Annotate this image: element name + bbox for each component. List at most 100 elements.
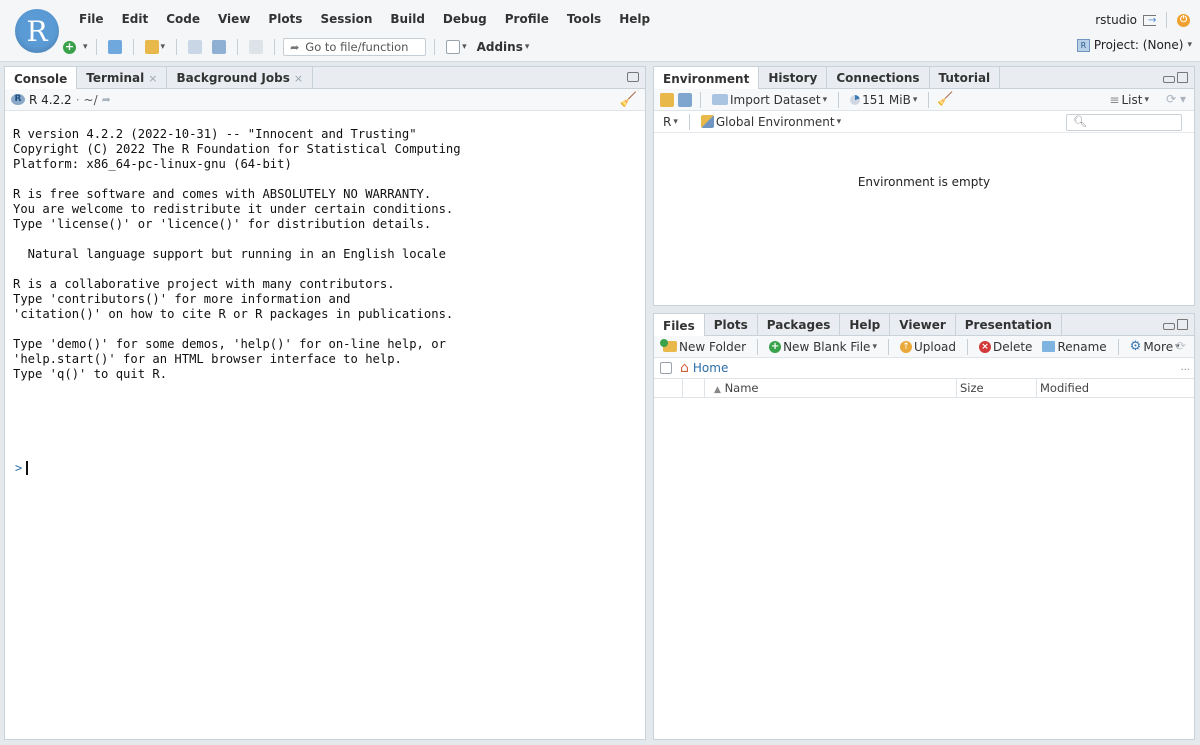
tab-connections[interactable]: Connections	[827, 67, 930, 89]
refresh-icon[interactable]: ⟳ ▾	[1166, 92, 1186, 106]
files-breadcrumb-bar: ⌂ Home ...	[654, 358, 1194, 379]
view-mode-button[interactable]: ≡ List ▾	[1106, 90, 1152, 110]
tab-label: Help	[849, 318, 881, 332]
menu-debug[interactable]: Debug	[434, 12, 496, 26]
sign-out-icon[interactable]: →	[1143, 14, 1156, 26]
refresh-icon[interactable]: ⟳	[1176, 339, 1186, 353]
new-folder-label: New Folder	[679, 339, 747, 354]
global-env-icon	[700, 115, 714, 128]
column-size[interactable]: Size	[960, 381, 984, 395]
console-output: R version 4.2.2 (2022-10-31) -- "Innocen…	[13, 127, 461, 381]
go-to-dir-icon[interactable]: ➦	[102, 93, 111, 106]
save-icon	[188, 40, 203, 54]
save-all-button[interactable]	[209, 37, 229, 57]
tab-environment[interactable]: Environment	[654, 67, 760, 90]
upload-button[interactable]: ↑ Upload	[897, 337, 959, 357]
chevron-down-icon: ▾	[1187, 40, 1192, 50]
scope-label: Global Environment	[715, 114, 835, 129]
rename-button[interactable]: Rename	[1039, 337, 1109, 357]
search-icon: 🔍︎	[1073, 115, 1087, 128]
environment-select[interactable]: Global Environment ▾	[698, 112, 844, 132]
minimize-icon[interactable]	[1163, 76, 1175, 83]
tab-presentation[interactable]: Presentation	[956, 314, 1062, 336]
menu-edit[interactable]: Edit	[113, 12, 158, 26]
files-pane: Files Plots Packages Help Viewer Present…	[653, 313, 1195, 740]
broom-icon[interactable]: 🧹	[937, 92, 953, 107]
column-name-label: Name	[724, 381, 759, 395]
rename-icon	[1042, 341, 1056, 352]
env-toolbar: Import Dataset ▾ 151 MiB ▾ 🧹 ≡ List ▾ ⟳ …	[654, 89, 1194, 111]
new-folder-button[interactable]: New Folder	[660, 337, 749, 357]
tab-tutorial[interactable]: Tutorial	[930, 67, 1001, 89]
tab-history[interactable]: History	[759, 67, 828, 89]
console-prompt: >	[15, 461, 23, 475]
menu-view[interactable]: View	[209, 12, 259, 26]
tab-label: Tutorial	[938, 71, 991, 85]
more-path-button[interactable]: ...	[1180, 362, 1190, 373]
delete-label: Delete	[993, 339, 1033, 354]
r-version-icon: R	[11, 94, 25, 105]
select-all-checkbox[interactable]	[660, 362, 672, 374]
menu-code[interactable]: Code	[157, 12, 209, 26]
close-icon[interactable]: ×	[294, 72, 303, 85]
clear-console-icon[interactable]: 🧹	[620, 92, 637, 108]
maximize-icon[interactable]	[1177, 72, 1188, 83]
new-blank-file-button[interactable]: + New Blank File ▾	[766, 337, 880, 357]
restore-icon[interactable]	[627, 72, 639, 82]
breadcrumb-home[interactable]: Home	[693, 361, 728, 375]
upload-label: Upload	[913, 339, 957, 354]
sort-asc-icon: ▲	[714, 385, 721, 395]
tab-viewer[interactable]: Viewer	[890, 314, 956, 336]
menu-profile[interactable]: Profile	[496, 12, 558, 26]
print-button[interactable]	[246, 37, 266, 57]
tab-label: Presentation	[964, 318, 1052, 332]
env-search-input[interactable]: 🔍︎	[1066, 114, 1182, 131]
menu-help[interactable]: Help	[610, 12, 659, 26]
memory-usage-button[interactable]: 151 MiB ▾	[847, 90, 920, 110]
menu-file[interactable]: File	[70, 12, 113, 26]
import-label: Import Dataset	[730, 92, 821, 107]
delete-icon: ×	[979, 340, 992, 353]
power-icon[interactable]: ⏻	[1177, 13, 1190, 27]
home-icon[interactable]: ⌂	[680, 360, 689, 376]
project-menu[interactable]: R Project: (None) ▾	[1076, 38, 1192, 52]
tab-label: Packages	[766, 318, 831, 332]
arrow-right-icon: ➦	[290, 40, 300, 54]
more-button[interactable]: ⚙ More ▾	[1127, 337, 1183, 357]
language-label: R	[663, 114, 672, 129]
menu-build[interactable]: Build	[381, 12, 434, 26]
language-select[interactable]: R ▾	[660, 112, 681, 132]
minimize-icon[interactable]	[1163, 323, 1175, 330]
menu-plots[interactable]: Plots	[259, 12, 311, 26]
workspace-panes-button[interactable]: ▾	[443, 37, 470, 57]
chevron-down-icon[interactable]: ▾	[83, 42, 88, 52]
tab-help[interactable]: Help	[840, 314, 891, 336]
new-project-button[interactable]	[105, 37, 125, 57]
tab-background-jobs[interactable]: Background Jobs ×	[167, 67, 314, 89]
goto-file-input[interactable]: ➦ Go to file/function	[283, 38, 427, 56]
tab-terminal[interactable]: Terminal ×	[77, 67, 168, 89]
addins-button[interactable]: Addins ▾	[474, 37, 533, 57]
open-file-button[interactable]: ▾	[142, 37, 169, 57]
env-scope-bar: R ▾ Global Environment ▾ 🔍︎	[654, 111, 1194, 133]
r-version-label: R 4.2.2	[29, 92, 72, 107]
tab-plots[interactable]: Plots	[705, 314, 758, 336]
menu-tools[interactable]: Tools	[558, 12, 610, 26]
console-tabstrip: Console Terminal × Background Jobs ×	[5, 67, 645, 90]
import-dataset-button[interactable]: Import Dataset ▾	[709, 90, 830, 110]
close-icon[interactable]: ×	[148, 72, 157, 85]
console-input[interactable]: >	[15, 461, 29, 475]
delete-button[interactable]: × Delete	[976, 337, 1035, 357]
column-name[interactable]: ▲ Name	[714, 381, 759, 395]
menu-session[interactable]: Session	[311, 12, 381, 26]
save-button[interactable]	[185, 37, 205, 57]
maximize-icon[interactable]	[1177, 319, 1188, 330]
tab-console[interactable]: Console	[5, 67, 78, 90]
new-file-button[interactable]: +	[60, 37, 79, 57]
tab-files[interactable]: Files	[654, 314, 705, 337]
save-workspace-icon[interactable]	[678, 92, 692, 107]
column-modified[interactable]: Modified	[1040, 381, 1089, 395]
load-workspace-icon[interactable]	[660, 92, 674, 107]
new-folder-icon	[660, 339, 677, 352]
tab-packages[interactable]: Packages	[758, 314, 841, 336]
